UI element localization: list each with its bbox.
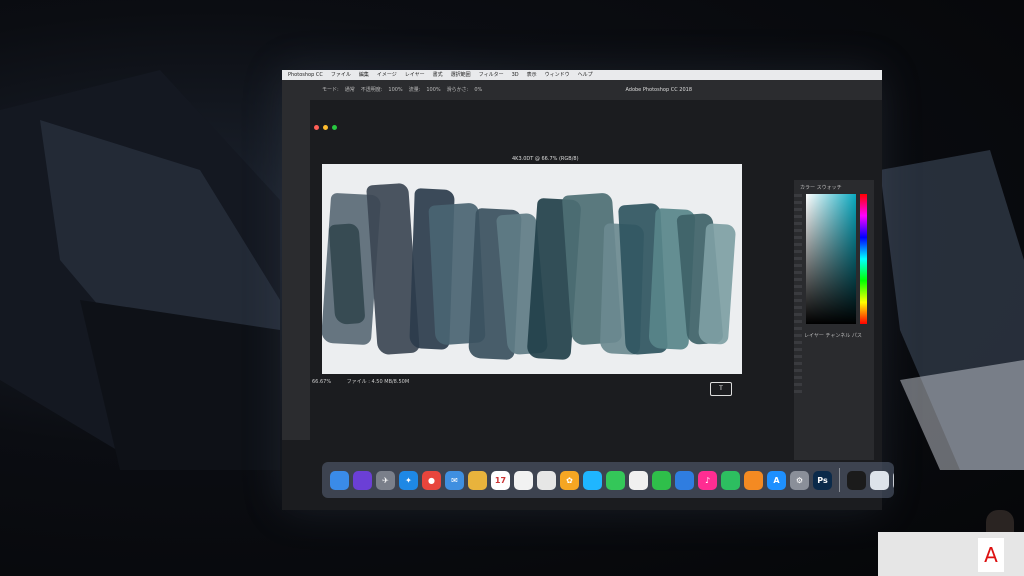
notes-icon[interactable] [468,470,487,490]
option-item[interactable]: モード: [322,87,339,93]
messages-icon[interactable] [583,470,602,490]
itunes-icon[interactable]: ♪ [698,470,717,490]
photos-icon[interactable]: ✿ [560,470,579,490]
status-bar: 66.67% ファイル : 4.50 MB/8.50M [312,378,409,385]
menu-item[interactable]: ウィンドウ [545,72,570,78]
preview-icon[interactable] [537,470,556,490]
menu-item[interactable]: Photoshop CC [288,72,323,78]
reminders-icon[interactable] [514,470,533,490]
option-item[interactable]: 滑らかさ: [447,87,469,93]
option-item[interactable]: 流量: [409,87,421,93]
pages-icon[interactable] [629,470,648,490]
minimize-button[interactable] [323,125,328,130]
calendar-icon[interactable]: 17 [491,470,510,490]
presenter [986,510,1014,534]
option-item[interactable]: 100% [426,87,440,93]
zoom-level[interactable]: 66.67% [312,379,331,385]
close-button[interactable] [314,125,319,130]
menu-item[interactable]: イメージ [377,72,397,78]
options-bar: モード: 通常 不透明度: 100% 流量: 100% 滑らかさ: 0% Adobe Phot… [282,80,882,100]
panel-tools-column[interactable] [794,194,802,394]
system-preferences-icon[interactable]: ⚙ [790,470,809,490]
menu-item[interactable]: フィルター [479,72,504,78]
menu-bar: Photoshop CC ファイル 編集 イメージ レイヤー 書式 選択範囲 フィルター 3D 表… [282,70,882,80]
menu-item[interactable]: 編集 [359,72,369,78]
option-item[interactable]: 不透明度: [361,87,383,93]
podium: A [878,532,1024,576]
app-title: Adobe Photoshop CC 2018 [625,87,692,93]
appstore-icon[interactable]: A [767,470,786,490]
tools-panel[interactable] [282,100,310,440]
hue-slider[interactable] [860,194,867,324]
photoshop-icon[interactable]: Ps [813,470,832,490]
mail-icon[interactable]: ✉ [445,470,464,490]
option-item[interactable]: 100% [388,87,402,93]
chrome-icon[interactable]: ● [422,470,441,490]
adobe-logo: A [978,538,1004,572]
color-panel: カラー スウォッチ レイヤー チャンネル パス [794,180,874,460]
projected-screen: Photoshop CC ファイル 編集 イメージ レイヤー 書式 選択範囲 フィルター 3D 表… [282,70,882,510]
evernote-icon[interactable] [721,470,740,490]
zoom-button[interactable] [332,125,337,130]
file-info: ファイル : 4.50 MB/8.50M [346,379,410,385]
facetime-icon[interactable] [606,470,625,490]
window-controls [314,125,337,130]
document-canvas[interactable] [322,164,742,374]
numbers-icon[interactable] [652,470,671,490]
terminal-icon[interactable] [847,470,866,490]
menu-item[interactable]: 3D [512,72,519,78]
option-item[interactable]: 0% [474,87,482,93]
menu-item[interactable]: 表示 [527,72,537,78]
document-icon[interactable] [870,470,889,490]
ibooks-icon[interactable] [744,470,763,490]
finder-icon[interactable] [330,470,349,490]
trash-icon[interactable] [893,470,894,490]
menu-item[interactable]: ファイル [331,72,351,78]
color-panel-tab[interactable]: カラー スウォッチ [800,184,842,191]
dock-separator [839,468,840,492]
color-field[interactable] [806,194,856,324]
keynote-icon[interactable] [675,470,694,490]
menu-item[interactable]: レイヤー [405,72,425,78]
option-item[interactable]: 通常 [345,87,355,93]
safari-icon[interactable]: ✦ [399,470,418,490]
menu-item[interactable]: 選択範囲 [451,72,471,78]
menu-item[interactable]: ヘルプ [578,72,593,78]
document-title: 4K3.0DT @ 66.7% (RGB/8) [512,156,579,162]
layers-panel-tab[interactable]: レイヤー チャンネル パス [804,332,862,339]
launchpad-icon[interactable]: ✈ [376,470,395,490]
menu-item[interactable]: 書式 [433,72,443,78]
dock: ✈ ✦ ● ✉ 17 ✿ ♪ A ⚙ Ps [322,462,894,498]
cursor-overlay: T [710,382,732,396]
siri-icon[interactable] [353,470,372,490]
